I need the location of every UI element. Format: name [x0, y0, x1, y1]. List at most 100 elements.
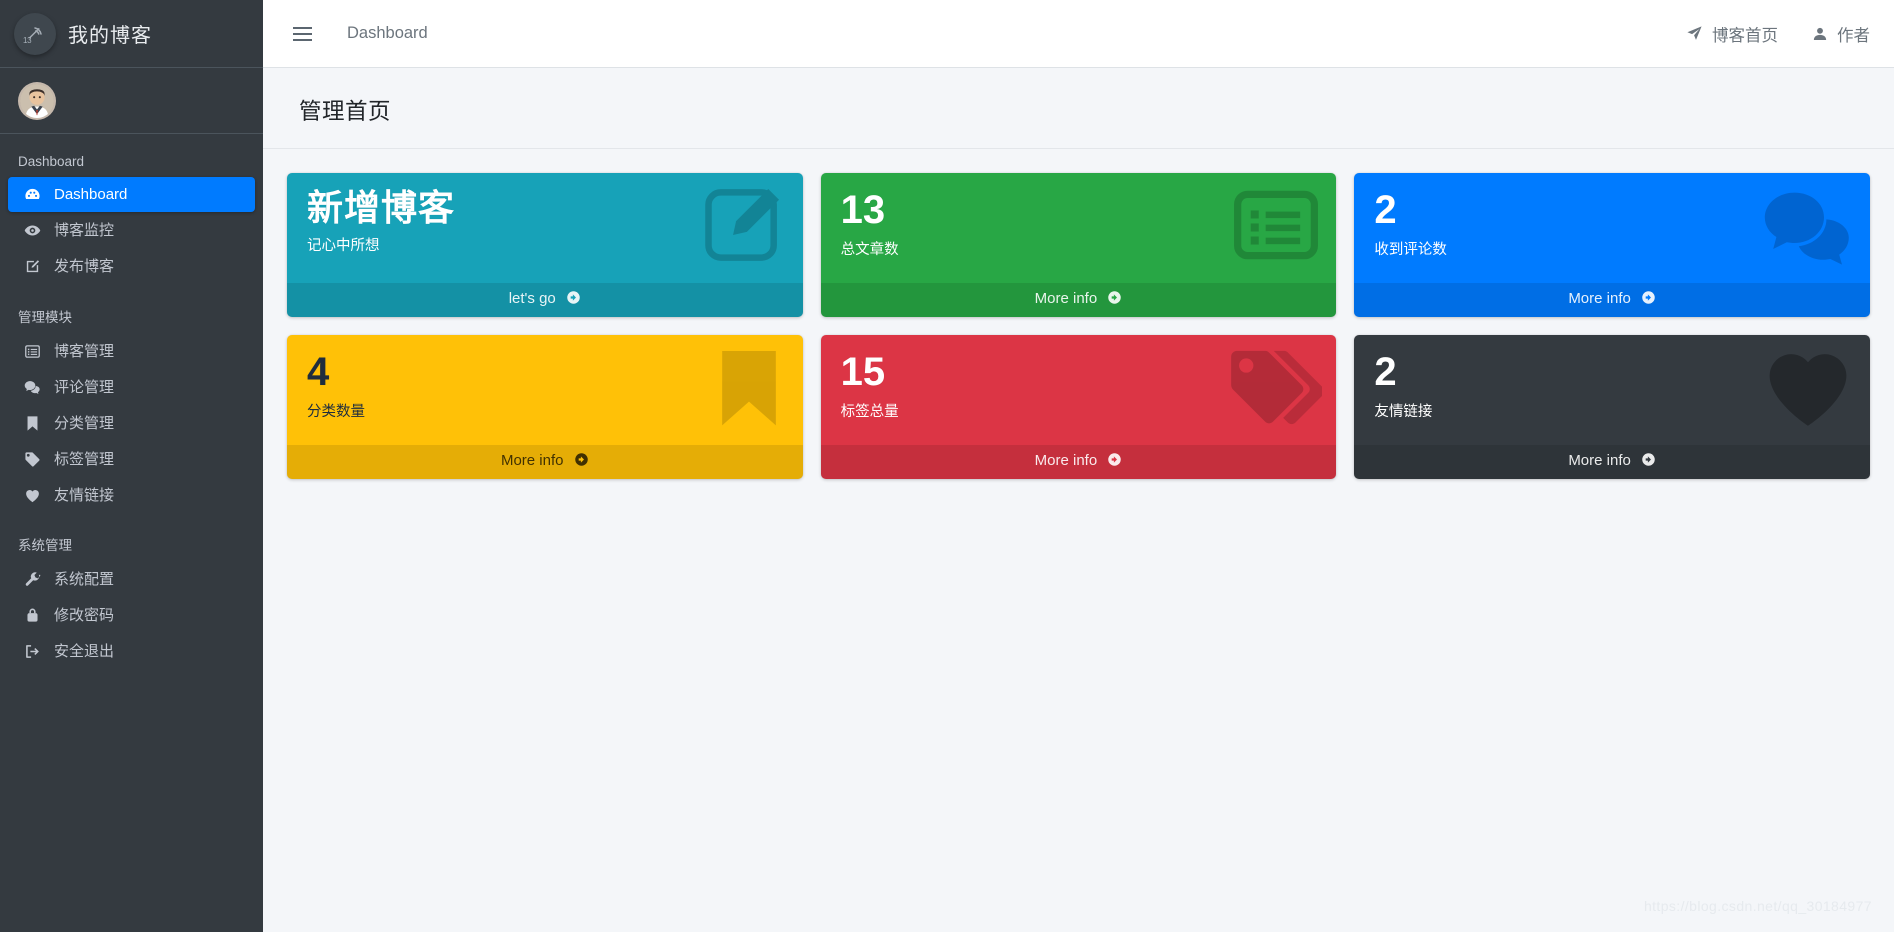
- stat-card-grid: 新增博客 记心中所想 let's go 13 总文章数 More info 2 …: [287, 173, 1870, 479]
- stat-card-comments-received[interactable]: 2 收到评论数 More info: [1354, 173, 1870, 317]
- nav-header-dashboard: Dashboard: [18, 154, 85, 169]
- nav-header-system: 系统管理: [18, 538, 72, 553]
- comments-icon: [20, 379, 44, 396]
- eye-icon: [20, 222, 44, 239]
- sidebar-item-label: 系统配置: [54, 571, 115, 588]
- arrow-circle-right-icon: [1641, 290, 1656, 309]
- sidebar-nav: Dashboard Dashboard 博客监控 发布博客 管理模块 博客管理 …: [0, 134, 263, 932]
- edit-square-icon: [20, 258, 44, 275]
- stat-card-label: 记心中所想: [307, 237, 380, 254]
- sidebar-item-label: 友情链接: [54, 486, 115, 504]
- stat-card-label: 友情链接: [1374, 404, 1433, 421]
- sidebar-item-tag-management[interactable]: 标签管理: [8, 442, 255, 477]
- sidebar-item-label: 发布博客: [54, 258, 115, 275]
- sidebar-item-label: 博客管理: [54, 343, 115, 360]
- arrow-circle-right-icon: [1107, 290, 1122, 309]
- topbar-link-label: 博客首页: [1712, 26, 1778, 45]
- breadcrumb-label: Dashboard: [347, 24, 428, 42]
- stat-card-footer-label: More info: [1034, 452, 1098, 469]
- stat-card-inner: 新增博客 记心中所想: [287, 173, 803, 283]
- page-title: 管理首页: [299, 99, 392, 124]
- stat-card-value: 4: [307, 350, 330, 394]
- stat-card-inner: 2 友情链接: [1354, 335, 1870, 445]
- user-panel[interactable]: [0, 68, 263, 134]
- sidebar-item-friend-links[interactable]: 友情链接: [8, 478, 255, 512]
- sidebar-item-logout[interactable]: 安全退出: [8, 634, 255, 669]
- sidebar-item-change-password[interactable]: 修改密码: [8, 598, 255, 633]
- arrow-circle-right-icon: [574, 452, 589, 471]
- list-icon: [20, 343, 44, 360]
- sidebar-item-label: 分类管理: [54, 415, 115, 432]
- stat-card-footer-label: More info: [1034, 290, 1098, 307]
- heart-icon: [20, 487, 44, 503]
- stat-card-category-count[interactable]: 4 分类数量 More info: [287, 335, 803, 479]
- arrow-circle-right-icon: [1107, 452, 1122, 471]
- sidebar-item-label: 评论管理: [54, 379, 115, 396]
- stat-card-footer-link[interactable]: More info: [820, 445, 1337, 479]
- breadcrumb[interactable]: Dashboard: [347, 24, 428, 43]
- stat-card-inner: 15 标签总量: [821, 335, 1337, 445]
- nav-group-system: 系统管理 系统配置 修改密码 安全退出: [0, 526, 263, 669]
- avatar: [18, 81, 56, 120]
- stat-card-footer-label: More info: [1568, 452, 1631, 469]
- stat-card-label: 收到评论数: [1374, 242, 1447, 259]
- stat-card-total-tags[interactable]: 15 标签总量 More info: [820, 335, 1337, 479]
- tachometer-icon: [20, 186, 44, 203]
- stat-card-footer-link[interactable]: More info: [1354, 283, 1870, 317]
- sidebar-item-label: 安全退出: [54, 643, 115, 660]
- sidebar-item-dashboard[interactable]: Dashboard: [8, 177, 255, 212]
- wrench-icon: [20, 571, 44, 588]
- sidebar-item-label: Dashboard: [54, 186, 128, 203]
- sidebar-brand[interactable]: 13 我的博客: [0, 0, 263, 68]
- sidebar-item-system-config[interactable]: 系统配置: [8, 562, 255, 597]
- stat-card-value: 13: [840, 188, 886, 232]
- stat-card-footer-label: More info: [500, 452, 564, 469]
- stat-card-friend-links[interactable]: 2 友情链接 More info: [1354, 335, 1870, 479]
- sidebar-item-publish-blog[interactable]: 发布博客: [8, 249, 255, 284]
- stat-card-inner: 13 总文章数: [821, 173, 1337, 283]
- stat-card-footer-label: More info: [1568, 290, 1631, 307]
- stat-card-footer-link[interactable]: More info: [820, 283, 1337, 317]
- sidebar-item-label: 标签管理: [54, 451, 115, 468]
- stat-card-total-articles[interactable]: 13 总文章数 More info: [820, 173, 1337, 317]
- paper-plane-icon: [1686, 25, 1703, 42]
- hamburger-icon[interactable]: [285, 17, 319, 51]
- main-area: Dashboard 博客首页 作者 管理首页 新增博客 记心中所想 let's …: [263, 0, 1894, 932]
- topbar: Dashboard 博客首页 作者: [263, 0, 1894, 68]
- content-body: 新增博客 记心中所想 let's go 13 总文章数 More info 2 …: [263, 149, 1894, 932]
- watermark: https://blog.csdn.net/qq_30184977: [1643, 898, 1872, 914]
- sidebar-item-category-management[interactable]: 分类管理: [8, 406, 255, 441]
- sidebar-item-blog-management[interactable]: 博客管理: [8, 334, 255, 369]
- stat-card-new-blog[interactable]: 新增博客 记心中所想 let's go: [287, 173, 803, 317]
- content-header: 管理首页: [263, 68, 1894, 149]
- stat-card-inner: 2 收到评论数: [1354, 173, 1870, 283]
- stat-card-inner: 4 分类数量: [287, 335, 803, 445]
- wifi-logo-icon: 13: [14, 12, 56, 55]
- nav-group-dashboard: Dashboard Dashboard 博客监控 发布博客: [0, 146, 263, 284]
- stat-card-label: 总文章数: [840, 242, 899, 259]
- sidebar-item-label: 修改密码: [54, 607, 115, 624]
- logo-number: 13: [23, 35, 32, 45]
- stat-card-value: 2: [1374, 188, 1397, 232]
- stat-card-footer-link[interactable]: let's go: [287, 283, 803, 317]
- bookmark-icon: [20, 415, 44, 432]
- stat-card-footer-label: let's go: [508, 290, 556, 307]
- stat-card-footer-link[interactable]: More info: [1354, 445, 1870, 479]
- topbar-link-author[interactable]: 作者: [1812, 22, 1870, 46]
- nav-group-management: 管理模块 博客管理 评论管理 分类管理 标签管理 友情链接: [0, 298, 263, 512]
- nav-header-management: 管理模块: [18, 310, 72, 325]
- topbar-link-blog-home[interactable]: 博客首页: [1686, 22, 1778, 46]
- lock-icon: [20, 607, 44, 624]
- stat-card-label: 分类数量: [307, 404, 365, 421]
- sidebar-item-blog-monitor[interactable]: 博客监控: [8, 213, 255, 248]
- user-icon: [1812, 26, 1828, 42]
- topbar-right: 博客首页 作者: [1686, 22, 1870, 46]
- stat-card-value: 新增博客: [307, 187, 456, 228]
- app-root: 13 我的博客 Dashboard Dashboard 博客监控 发布博客 管理…: [0, 0, 1894, 932]
- sidebar-item-comment-management[interactable]: 评论管理: [8, 370, 255, 405]
- arrow-circle-right-icon: [566, 290, 581, 309]
- topbar-link-label: 作者: [1837, 26, 1870, 45]
- arrow-circle-right-icon: [1641, 452, 1656, 471]
- stat-card-value: 2: [1374, 350, 1397, 394]
- stat-card-footer-link[interactable]: More info: [287, 445, 803, 479]
